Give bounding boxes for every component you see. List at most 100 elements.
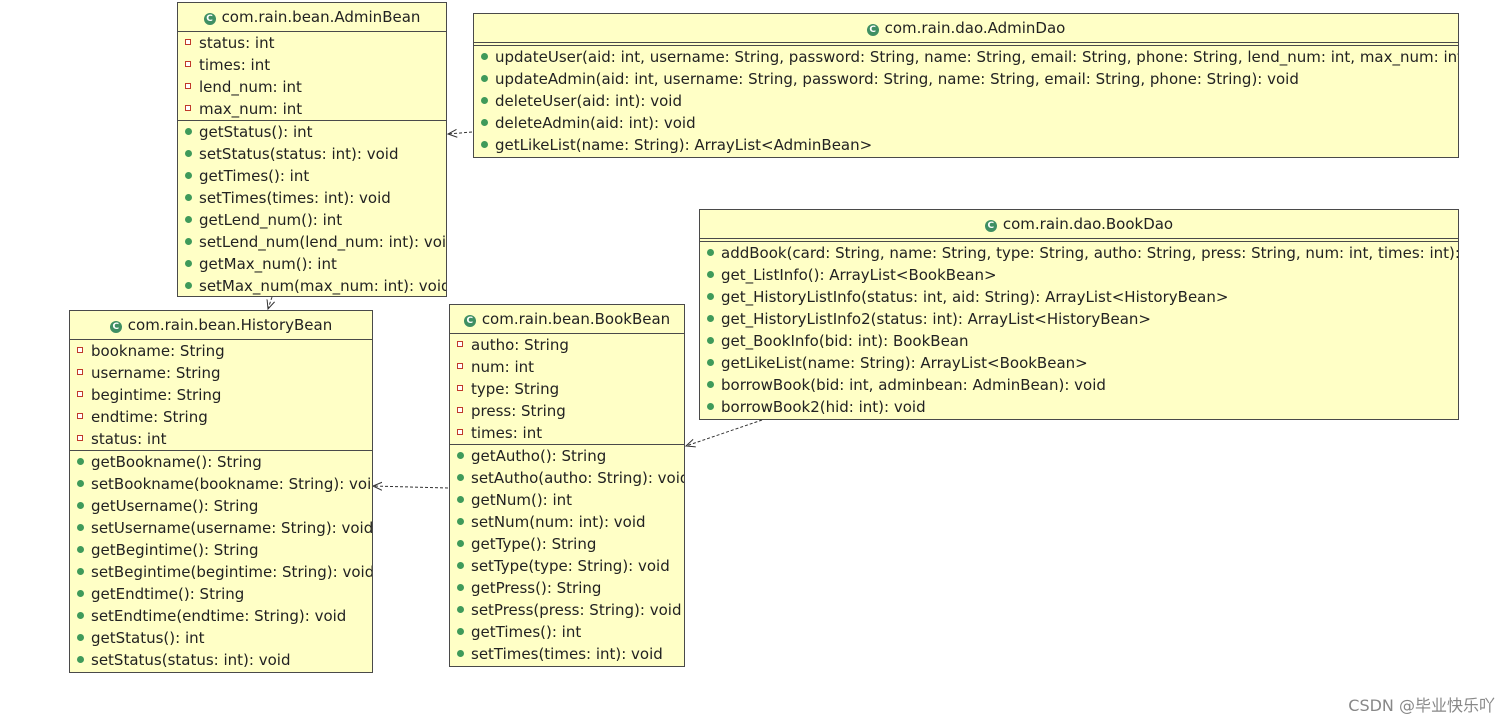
class-book-bean[interactable]: Ccom.rain.bean.BookBean autho: String nu… bbox=[449, 304, 685, 667]
method-row: getBegintime(): String bbox=[70, 539, 372, 561]
class-book-dao[interactable]: Ccom.rain.dao.BookDao addBook(card: Stri… bbox=[699, 209, 1459, 420]
method-row: getStatus(): int bbox=[178, 121, 446, 143]
public-method-icon bbox=[185, 172, 192, 179]
field-row: type: String bbox=[450, 378, 684, 400]
class-header: Ccom.rain.dao.BookDao bbox=[700, 210, 1458, 239]
public-method-icon bbox=[707, 403, 714, 410]
method-row: getUsername(): String bbox=[70, 495, 372, 517]
method-row: setTimes(times: int): void bbox=[178, 187, 446, 209]
private-field-icon bbox=[185, 83, 191, 89]
class-admin-bean[interactable]: Ccom.rain.bean.AdminBean status: int tim… bbox=[177, 2, 447, 297]
method-row: setPress(press: String): void bbox=[450, 599, 684, 621]
public-method-icon bbox=[77, 634, 84, 641]
field-row: status: int bbox=[70, 428, 372, 450]
class-name: com.rain.dao.BookDao bbox=[1002, 215, 1174, 233]
public-method-icon bbox=[481, 75, 488, 82]
field-row: bookname: String bbox=[70, 340, 372, 362]
method-row: getTimes(): int bbox=[178, 165, 446, 187]
private-field-icon bbox=[77, 369, 83, 375]
public-method-icon bbox=[77, 480, 84, 487]
link-adminbean-historybean bbox=[268, 296, 272, 309]
class-c-icon: C bbox=[109, 321, 122, 333]
field-row: lend_num: int bbox=[178, 76, 446, 98]
methods-section: getBookname(): String setBookname(bookna… bbox=[70, 451, 372, 671]
public-method-icon bbox=[77, 458, 84, 465]
class-admin-dao[interactable]: Ccom.rain.dao.AdminDao updateUser(aid: i… bbox=[473, 13, 1459, 158]
class-name: com.rain.bean.AdminBean bbox=[221, 8, 421, 26]
method-row: borrowBook(bid: int, adminbean: AdminBea… bbox=[700, 374, 1458, 396]
public-method-icon bbox=[77, 524, 84, 531]
class-header: Ccom.rain.dao.AdminDao bbox=[474, 14, 1458, 43]
method-row: deleteAdmin(aid: int): void bbox=[474, 112, 1458, 134]
method-row: setStatus(status: int): void bbox=[70, 649, 372, 671]
private-field-icon bbox=[185, 61, 191, 67]
public-method-icon bbox=[457, 540, 464, 547]
methods-section: updateUser(aid: int, username: String, p… bbox=[474, 45, 1458, 156]
field-row: begintime: String bbox=[70, 384, 372, 406]
private-field-icon bbox=[457, 363, 463, 369]
link-bookbean-historybean bbox=[373, 486, 449, 488]
private-field-icon bbox=[77, 391, 83, 397]
method-row: getStatus(): int bbox=[70, 627, 372, 649]
class-header: Ccom.rain.bean.AdminBean bbox=[178, 3, 446, 32]
class-c-icon: C bbox=[463, 315, 476, 327]
public-method-icon bbox=[707, 359, 714, 366]
method-row: getBookname(): String bbox=[70, 451, 372, 473]
public-method-icon bbox=[77, 590, 84, 597]
public-method-icon bbox=[457, 650, 464, 657]
method-row: setUsername(username: String): void bbox=[70, 517, 372, 539]
class-c-icon: C bbox=[984, 220, 997, 232]
public-method-icon bbox=[457, 474, 464, 481]
method-row: setNum(num: int): void bbox=[450, 511, 684, 533]
fields-section: bookname: String username: String begint… bbox=[70, 340, 372, 451]
private-field-icon bbox=[77, 347, 83, 353]
method-row: setStatus(status: int): void bbox=[178, 143, 446, 165]
field-row: username: String bbox=[70, 362, 372, 384]
public-method-icon bbox=[185, 260, 192, 267]
public-method-icon bbox=[457, 562, 464, 569]
method-row: getTimes(): int bbox=[450, 621, 684, 643]
class-header: Ccom.rain.bean.HistoryBean bbox=[70, 311, 372, 340]
field-row: autho: String bbox=[450, 334, 684, 356]
method-row: get_ListInfo(): ArrayList<BookBean> bbox=[700, 264, 1458, 286]
public-method-icon bbox=[77, 656, 84, 663]
method-row: setBookname(bookname: String): void bbox=[70, 473, 372, 495]
public-method-icon bbox=[185, 216, 192, 223]
public-method-icon bbox=[185, 238, 192, 245]
class-history-bean[interactable]: Ccom.rain.bean.HistoryBean bookname: Str… bbox=[69, 310, 373, 673]
public-method-icon bbox=[481, 97, 488, 104]
private-field-icon bbox=[77, 413, 83, 419]
method-row: getMax_num(): int bbox=[178, 253, 446, 275]
methods-section: getStatus(): int setStatus(status: int):… bbox=[178, 121, 446, 297]
method-row: get_BookInfo(bid: int): BookBean bbox=[700, 330, 1458, 352]
public-method-icon bbox=[185, 150, 192, 157]
public-method-icon bbox=[457, 518, 464, 525]
public-method-icon bbox=[707, 381, 714, 388]
method-row: getType(): String bbox=[450, 533, 684, 555]
field-row: status: int bbox=[178, 32, 446, 54]
method-row: setLend_num(lend_num: int): void bbox=[178, 231, 446, 253]
method-row: setTimes(times: int): void bbox=[450, 643, 684, 665]
method-row: deleteUser(aid: int): void bbox=[474, 90, 1458, 112]
private-field-icon bbox=[77, 435, 83, 441]
method-row: getAutho(): String bbox=[450, 445, 684, 467]
fields-section: autho: String num: int type: String pres… bbox=[450, 334, 684, 445]
public-method-icon bbox=[457, 496, 464, 503]
method-row: getLikeList(name: String): ArrayList<Adm… bbox=[474, 134, 1458, 156]
class-name: com.rain.bean.HistoryBean bbox=[127, 316, 333, 334]
method-row: get_HistoryListInfo(status: int, aid: St… bbox=[700, 286, 1458, 308]
public-method-icon bbox=[707, 315, 714, 322]
public-method-icon bbox=[707, 271, 714, 278]
methods-section: addBook(card: String, name: String, type… bbox=[700, 241, 1458, 418]
class-name: com.rain.dao.AdminDao bbox=[884, 19, 1066, 37]
public-method-icon bbox=[707, 293, 714, 300]
class-name: com.rain.bean.BookBean bbox=[481, 310, 671, 328]
method-row: updateUser(aid: int, username: String, p… bbox=[474, 46, 1458, 68]
public-method-icon bbox=[77, 502, 84, 509]
public-method-icon bbox=[185, 282, 192, 289]
public-method-icon bbox=[77, 612, 84, 619]
private-field-icon bbox=[185, 39, 191, 45]
public-method-icon bbox=[457, 452, 464, 459]
field-row: times: int bbox=[178, 54, 446, 76]
field-row: press: String bbox=[450, 400, 684, 422]
